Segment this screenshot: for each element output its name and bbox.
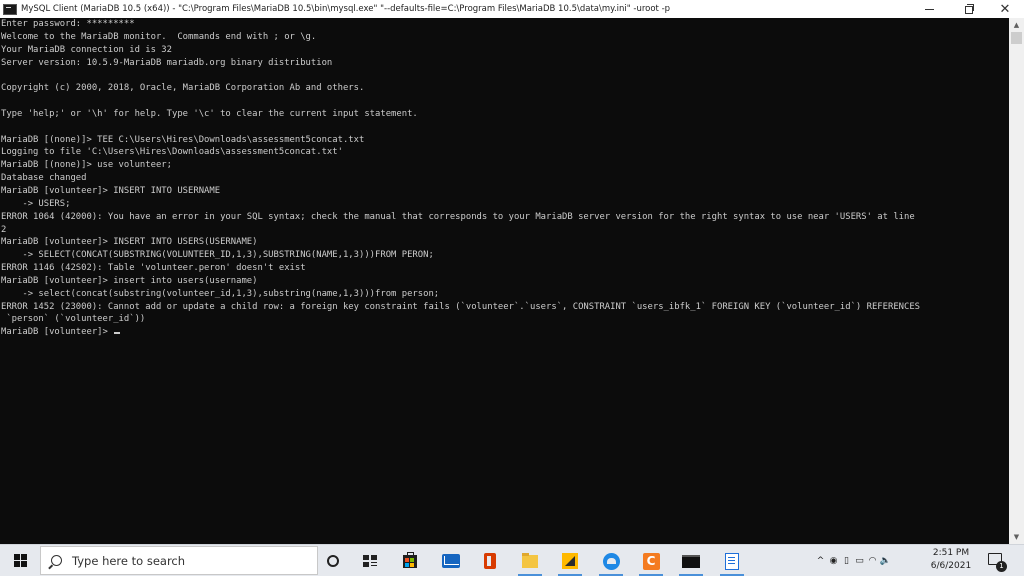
document-icon xyxy=(725,552,739,570)
search-placeholder: Type here to search xyxy=(72,553,186,568)
document-button[interactable] xyxy=(716,549,748,576)
console-line: Copyright (c) 2000, 2018, Oracle, MariaD… xyxy=(1,83,365,94)
close-button[interactable]: ✕ xyxy=(986,0,1024,18)
console-line: ERROR 1452 (23000): Cannot add or update… xyxy=(1,301,921,312)
mail-icon xyxy=(442,554,460,568)
file-explorer-icon xyxy=(522,552,538,568)
taskbar-clock[interactable]: 2:51 PM 6/6/2021 xyxy=(924,547,978,573)
office-button[interactable] xyxy=(474,549,506,573)
console-line: MariaDB [volunteer]> insert into users(u… xyxy=(1,275,258,286)
system-tray: ^ ◉ ▯ ▭ ◠ 🔈 xyxy=(814,545,892,576)
taskbar: Type here to search C ^ ◉ ▯ ▭ ◠ 🔈 2:51 P… xyxy=(0,544,1024,576)
taskbar-search-box[interactable]: Type here to search xyxy=(40,546,318,575)
arrow-up-icon: ▲ xyxy=(1013,21,1020,29)
text-cursor xyxy=(114,332,121,335)
mysql-client-window: MySQL Client (MariaDB 10.5 (x64)) - "C:\… xyxy=(0,0,1024,544)
console-line: Type 'help;' or '\h' for help. Type '\c'… xyxy=(1,108,418,119)
app-button[interactable] xyxy=(554,549,586,576)
clock-date: 6/6/2021 xyxy=(930,561,972,571)
scroll-up-button[interactable]: ▲ xyxy=(1009,18,1024,32)
console-line: -> select(concat(substring(volunteer_id,… xyxy=(1,288,440,299)
start-button[interactable] xyxy=(0,545,40,576)
show-hidden-icons-chevron-icon[interactable]: ^ xyxy=(814,556,827,566)
app-c-icon: C xyxy=(642,552,660,570)
app-icon xyxy=(562,553,578,569)
console-line: MariaDB [volunteer]> INSERT INTO USERNAM… xyxy=(1,185,221,196)
notification-count-badge: 1 xyxy=(996,561,1007,572)
terminal-icon xyxy=(682,554,700,568)
console-output[interactable]: Enter password: ********* Welcome to the… xyxy=(0,18,1009,544)
scroll-thumb[interactable] xyxy=(1011,32,1022,44)
mail-button[interactable] xyxy=(435,549,467,573)
store-button[interactable] xyxy=(394,549,426,573)
vertical-scrollbar[interactable]: ▲ ▼ xyxy=(1009,18,1024,544)
console-prompt: MariaDB [volunteer]> xyxy=(1,327,114,338)
display-tray-icon[interactable]: ▭ xyxy=(853,556,866,566)
terminal-button[interactable] xyxy=(675,549,707,576)
task-view-icon xyxy=(363,555,377,567)
console-line: MariaDB [(none)]> TEE C:\Users\Hires\Dow… xyxy=(1,134,365,145)
cortana-button[interactable] xyxy=(317,549,349,573)
console-line: Logging to file 'C:\Users\Hires\Download… xyxy=(1,147,343,158)
console-line: -> SELECT(CONCAT(SUBSTRING(VOLUNTEER_ID,… xyxy=(1,250,434,261)
edge-icon xyxy=(602,552,620,570)
wifi-icon[interactable]: ◠ xyxy=(866,556,879,566)
scroll-down-button[interactable]: ▼ xyxy=(1009,530,1024,544)
console-line: ERROR 1064 (42000): You have an error in… xyxy=(1,211,915,222)
cortana-icon xyxy=(327,555,339,567)
store-icon xyxy=(403,551,417,568)
console-line: Server version: 10.5.9-MariaDB mariadb.o… xyxy=(1,57,333,68)
console-line: 2 xyxy=(1,224,7,235)
console-line: Your MariaDB connection id is 32 xyxy=(1,44,172,55)
search-icon xyxy=(51,555,62,566)
console-line: MariaDB [volunteer]> INSERT INTO USERS(U… xyxy=(1,237,258,248)
restore-button[interactable] xyxy=(948,0,986,18)
window-title: MySQL Client (MariaDB 10.5 (x64)) - "C:\… xyxy=(21,4,671,14)
minimize-button[interactable] xyxy=(910,0,948,18)
speaker-icon[interactable]: 🔈 xyxy=(879,556,892,566)
file-explorer-button[interactable] xyxy=(514,549,546,576)
network-tray-icon[interactable]: ◉ xyxy=(827,556,840,566)
task-view-button[interactable] xyxy=(354,549,386,573)
battery-tray-icon[interactable]: ▯ xyxy=(840,556,853,566)
console-line: Database changed xyxy=(1,173,87,184)
console-line: ERROR 1146 (42S02): Table 'volunteer.per… xyxy=(1,263,306,274)
console-line: Enter password: ********* xyxy=(1,19,135,29)
edge-button[interactable] xyxy=(595,549,627,576)
clock-time: 2:51 PM xyxy=(932,548,970,558)
windows-logo-icon xyxy=(13,554,27,567)
console-app-icon xyxy=(3,3,17,15)
console-line: `person` (`volunteer_id`)) xyxy=(1,314,146,325)
console-line: -> USERS; xyxy=(1,198,71,209)
app-c-button[interactable]: C xyxy=(635,549,667,576)
console-line: MariaDB [(none)]> use volunteer; xyxy=(1,160,172,171)
office-icon xyxy=(484,553,496,569)
close-icon: ✕ xyxy=(999,1,1011,17)
console-lines: Enter password: ********* Welcome to the… xyxy=(1,19,920,324)
console-text: Enter password: ********* Welcome to the… xyxy=(0,18,1009,339)
title-bar[interactable]: MySQL Client (MariaDB 10.5 (x64)) - "C:\… xyxy=(0,0,1024,18)
console-line: Welcome to the MariaDB monitor. Commands… xyxy=(1,31,317,42)
arrow-down-icon: ▼ xyxy=(1013,533,1020,541)
